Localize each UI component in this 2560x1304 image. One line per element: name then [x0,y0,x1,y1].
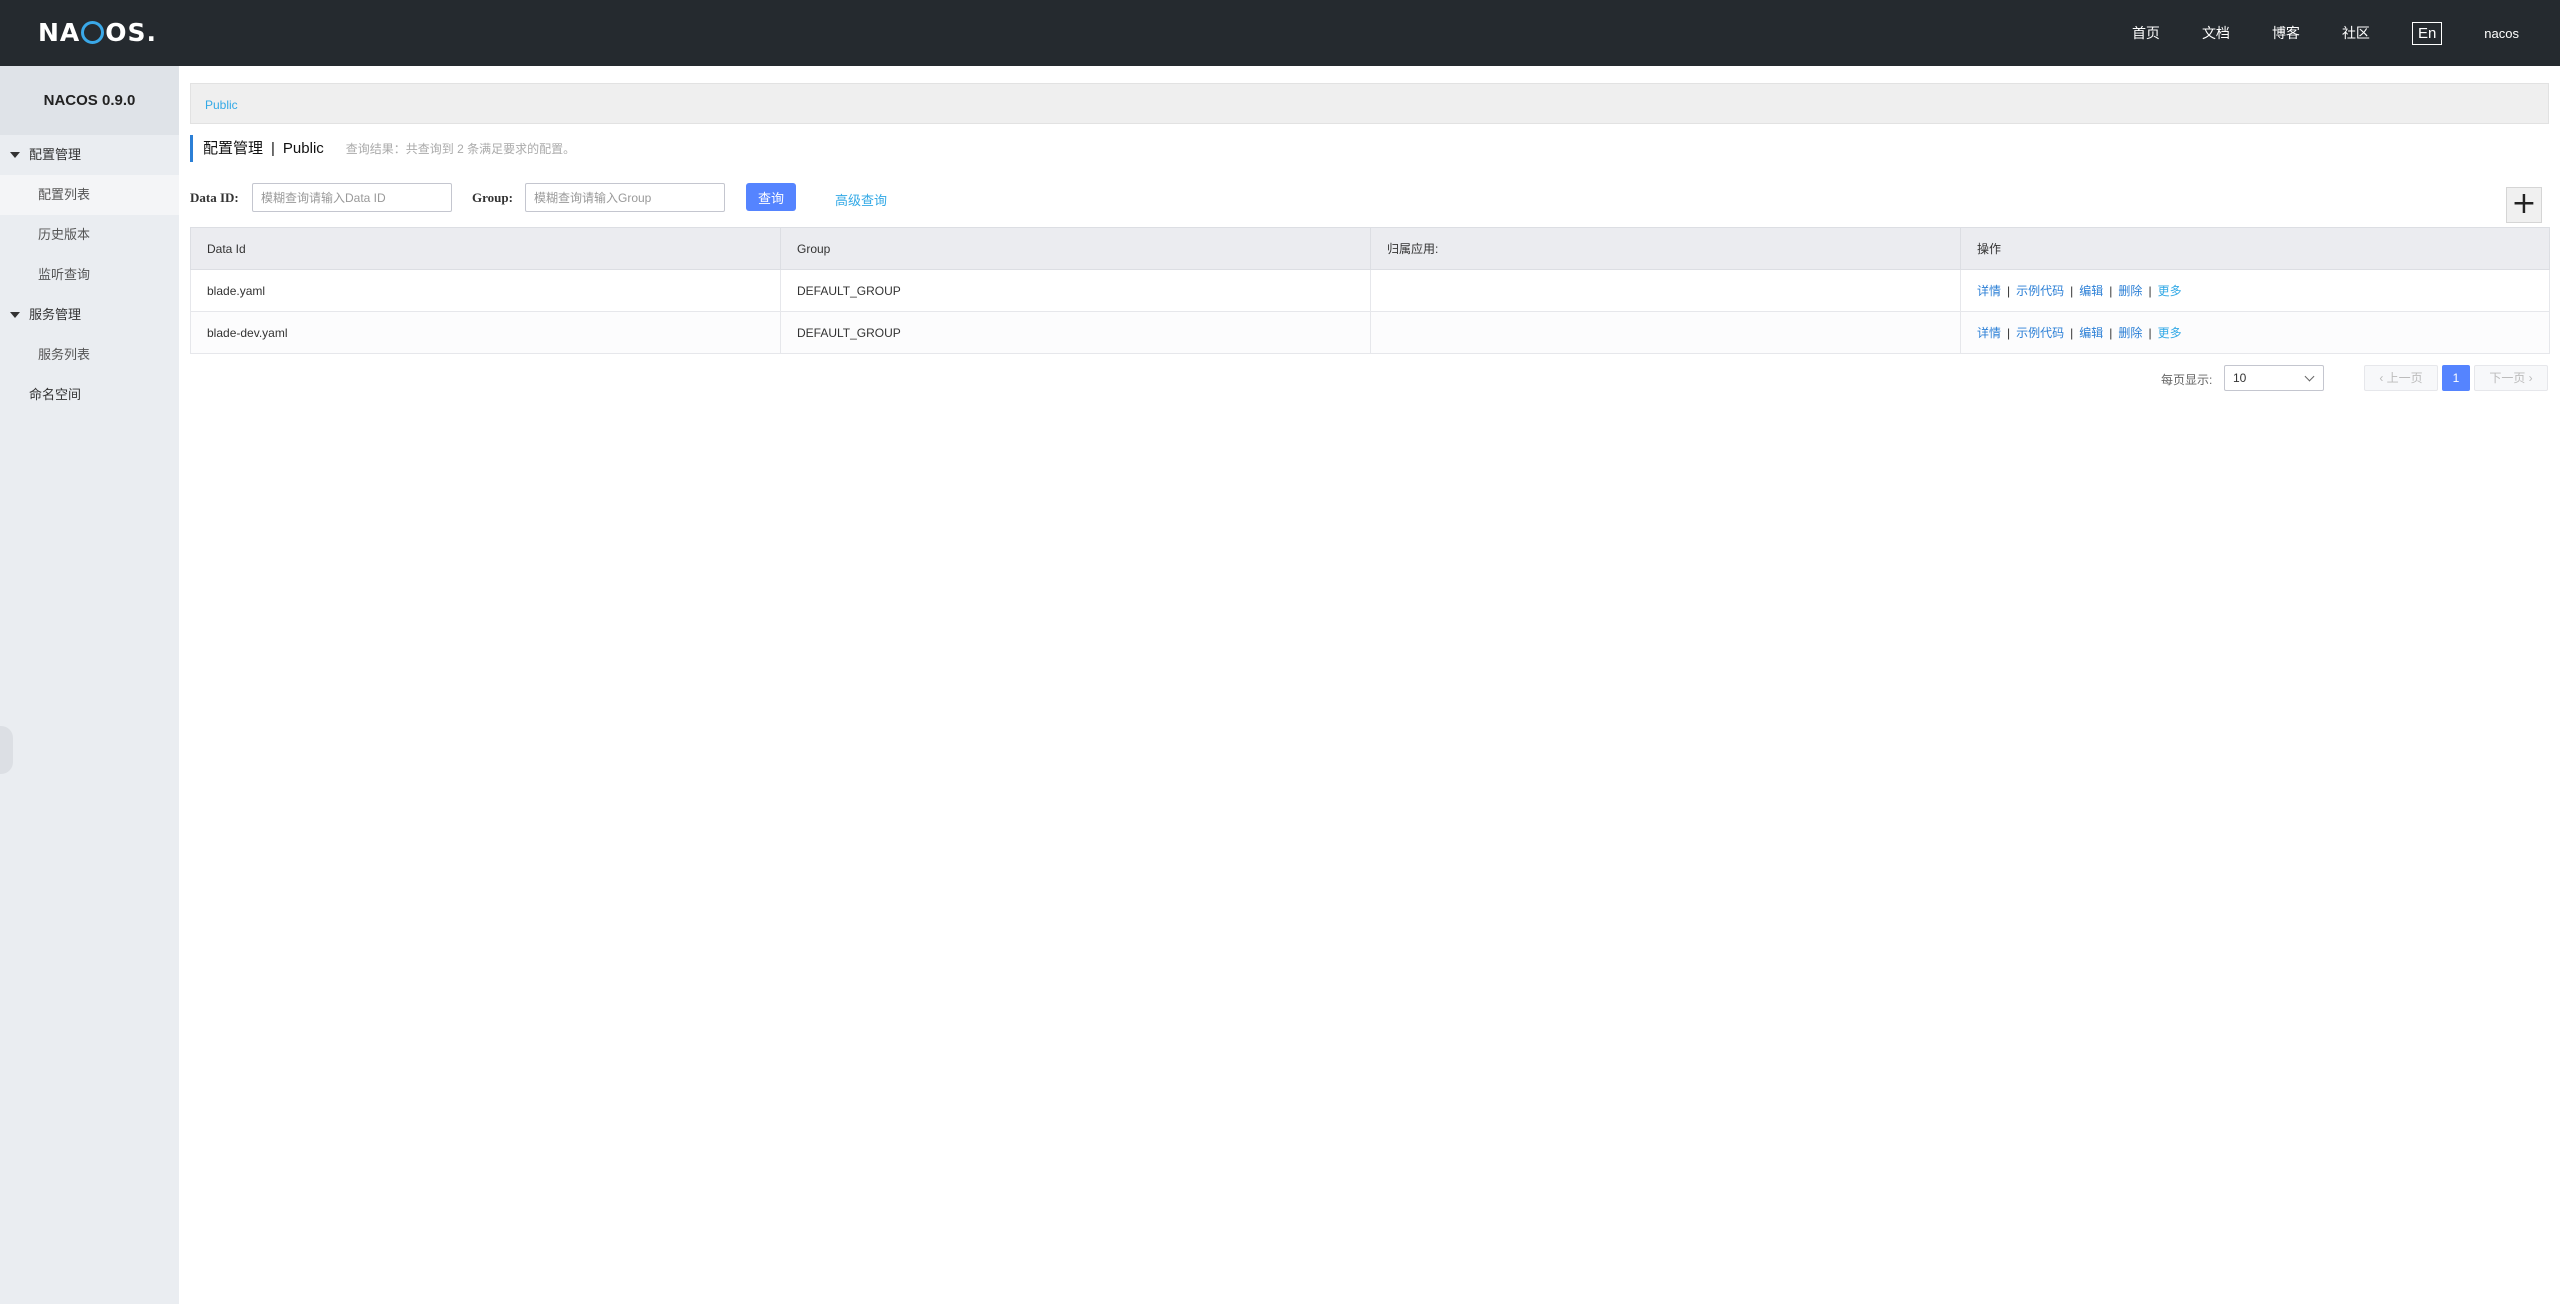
cell-app [1370,269,1961,312]
page-size-select[interactable]: 10 [2224,365,2324,391]
cell-group: DEFAULT_GROUP [780,269,1371,312]
nav-docs[interactable]: 文档 [2202,23,2230,43]
sidebar-item-history[interactable]: 历史版本 [0,215,179,255]
data-id-label: Data ID: [190,190,239,205]
table-row: blade.yaml DEFAULT_GROUP 详情 | 示例代码 | 编辑 | 删除 | 更… [190,269,2550,312]
sidebar: NACOS 0.9.0 配置管理 配置列表 历史版本 监听查询 服务管理 服务列… [0,66,179,1304]
more-link[interactable]: 更多 [2158,326,2182,340]
detail-link[interactable]: 详情 [1977,326,2001,340]
col-header-data-id[interactable]: Data Id [190,227,781,270]
add-config-button[interactable]: + [2506,187,2542,223]
next-page-button[interactable]: 下一页 › [2474,365,2548,391]
pagination: 每页显示: 10 ‹ 上一页 1 下一页 › [190,365,2550,391]
table-row: blade-dev.yaml DEFAULT_GROUP 详情 | 示例代码 | 编辑 |… [190,311,2550,354]
chevron-down-icon [2304,371,2315,382]
nav-blog[interactable]: 博客 [2272,23,2300,43]
page-size-label: 每页显示: [2161,373,2213,387]
cell-group: DEFAULT_GROUP [780,311,1371,354]
sidebar-group-service[interactable]: 服务管理 [0,295,179,335]
cell-actions: 详情 | 示例代码 | 编辑 | 删除 | 更多 [1960,311,2550,354]
chevron-right-icon: › [2528,371,2533,385]
page-title: 配置管理 | Public 查询结果：共查询到 2 条满足要求的配置。 [190,135,575,162]
cell-data-id: blade.yaml [190,269,781,312]
sidebar-item-service-list[interactable]: 服务列表 [0,335,179,375]
col-header-actions: 操作 [1960,227,2550,270]
col-header-group[interactable]: Group [780,227,1371,270]
table-header-row: Data Id Group 归属应用: 操作 [190,227,2550,270]
caret-down-icon [10,152,20,158]
detail-link[interactable]: 详情 [1977,284,2001,298]
more-link[interactable]: 更多 [2158,284,2182,298]
current-page-button[interactable]: 1 [2442,365,2470,391]
edit-link[interactable]: 编辑 [2079,284,2103,298]
query-summary: 查询结果：共查询到 2 条满足要求的配置。 [345,142,576,156]
page-title-namespace: Public [282,140,324,157]
sidebar-item-listener-query[interactable]: 监听查询 [0,255,179,295]
prev-page-button[interactable]: ‹ 上一页 [2364,365,2438,391]
sidebar-item-config-list[interactable]: 配置列表 [0,175,179,215]
nav-community[interactable]: 社区 [2342,23,2370,43]
delete-link[interactable]: 删除 [2118,284,2142,298]
sidebar-title: NACOS 0.9.0 [0,66,179,135]
cell-app [1370,311,1961,354]
language-toggle-button[interactable]: En [2411,21,2443,45]
chevron-left-icon: ‹ [2379,371,2384,385]
cell-actions: 详情 | 示例代码 | 编辑 | 删除 | 更多 [1960,269,2550,312]
config-table: Data Id Group 归属应用: 操作 blade.yaml DEFAUL… [190,227,2550,354]
sample-code-link[interactable]: 示例代码 [2016,284,2064,298]
group-input[interactable] [525,183,725,212]
advanced-query-link[interactable]: 高级查询 [835,190,887,209]
col-header-app[interactable]: 归属应用: [1370,227,1961,270]
data-id-input[interactable] [252,183,452,212]
top-header: NA OS. 首页 文档 博客 社区 En nacos [0,0,2560,66]
delete-link[interactable]: 删除 [2118,326,2142,340]
nacos-logo[interactable]: NA OS. [38,18,157,47]
edit-link[interactable]: 编辑 [2079,326,2103,340]
sidebar-collapse-handle[interactable] [0,726,13,774]
caret-down-icon [10,312,20,318]
username[interactable]: nacos [2484,26,2519,41]
sidebar-group-config[interactable]: 配置管理 [0,135,179,175]
query-button[interactable]: 查询 [746,183,796,211]
logo-ring-icon [81,21,105,44]
namespace-public-link[interactable]: Public [205,98,238,112]
sample-code-link[interactable]: 示例代码 [2016,326,2064,340]
cell-data-id: blade-dev.yaml [190,311,781,354]
search-row: Data ID: Group: 查询 高级查询 [190,183,2550,213]
sidebar-item-namespace[interactable]: 命名空间 [0,375,179,415]
namespace-bar: Public [190,83,2549,124]
nav-home[interactable]: 首页 [2132,23,2160,43]
top-nav: 首页 文档 博客 社区 En nacos [2132,0,2560,66]
group-label: Group: [472,190,513,205]
